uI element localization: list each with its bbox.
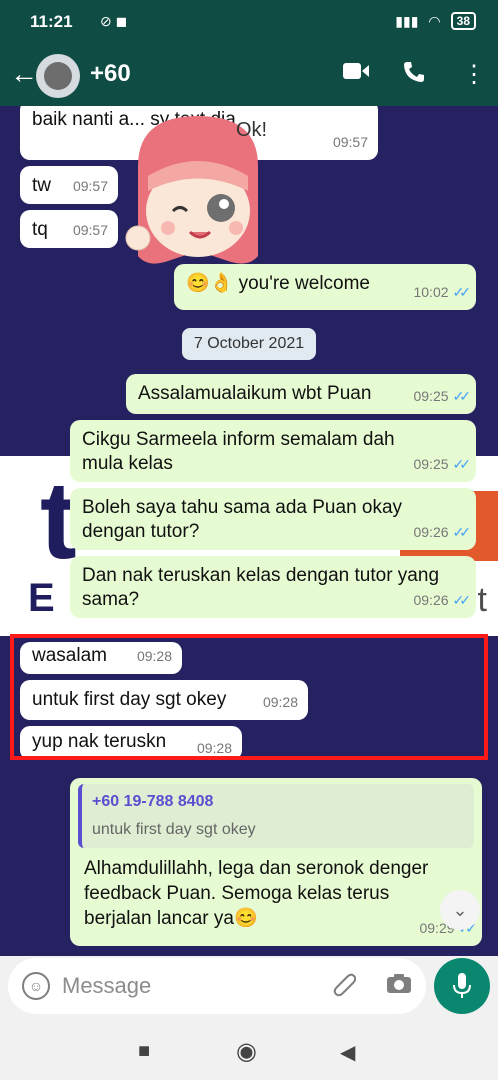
message-time: 09:25	[413, 456, 449, 472]
message-meta: 09:26 ✓✓	[413, 520, 472, 544]
quoted-sender: +60 19-788 8408	[92, 793, 214, 810]
back-icon[interactable]: ◀	[340, 1040, 355, 1065]
message-input[interactable]	[62, 970, 322, 1002]
home-icon[interactable]: ◉	[236, 1037, 257, 1066]
read-ticks-icon: ✓✓	[452, 284, 472, 300]
message-time: 09:57	[332, 134, 368, 150]
message-time: 09:26	[413, 592, 449, 608]
message-time: 09:25	[413, 388, 449, 404]
read-ticks-icon: ✓✓	[452, 592, 472, 608]
read-ticks-icon: ✓✓	[452, 524, 472, 540]
wallpaper-letter: E	[28, 576, 55, 620]
status-bar: 11:21 ⊘ ◼ ▮▮▮ ◠ 38	[0, 0, 498, 44]
notification-icons: ⊘ ◼	[100, 13, 128, 29]
signal-icon: ▮▮▮	[395, 12, 419, 29]
sticker-text: Ok!	[236, 119, 267, 141]
mic-button[interactable]	[434, 958, 490, 1014]
message-bubble[interactable]: Assalamualaikum wbt Puan 09:25 ✓✓	[126, 374, 476, 414]
message-input-bar: ☺	[8, 958, 426, 1014]
message-time: 09:57	[72, 222, 108, 238]
read-ticks-icon: ✓✓	[452, 456, 472, 472]
message-text: Boleh saya tahu sama ada Puan okay denga…	[82, 497, 403, 542]
voice-call-icon[interactable]	[402, 60, 426, 91]
status-right: ▮▮▮ ◠ 38	[395, 12, 476, 30]
read-ticks-icon: ✓✓	[452, 388, 472, 404]
message-bubble[interactable]: tq 09:57	[20, 210, 118, 248]
message-time: 10:02	[413, 284, 449, 300]
message-meta: 09:25 ✓✓	[413, 452, 472, 476]
chat-area[interactable]: t E lt baik nanti a... sy text dia 09:57…	[0, 106, 498, 956]
attach-icon[interactable]	[332, 971, 357, 1003]
recents-icon[interactable]: ■	[138, 1040, 150, 1063]
chat-header: ← +60 ⋮	[0, 44, 498, 106]
battery-icon: 38	[450, 12, 476, 30]
message-text: Cikgu Sarmeela inform semalam dah mula k…	[82, 429, 395, 474]
message-meta: 09:25 ✓✓	[413, 384, 472, 408]
quoted-text: untuk first day sgt okey	[92, 821, 256, 838]
message-time: 09:26	[413, 524, 449, 540]
date-separator: 7 October 2021	[182, 328, 316, 360]
contact-name[interactable]: +60	[90, 60, 131, 88]
highlight-box	[10, 634, 488, 760]
message-bubble[interactable]: +60 19-788 8408 untuk first day sgt okey…	[70, 778, 482, 946]
message-meta: 10:02 ✓✓	[413, 280, 472, 304]
message-bubble[interactable]: tw 09:57	[20, 166, 118, 204]
avatar[interactable]	[36, 54, 80, 98]
sticker-image: Ok!	[125, 116, 267, 264]
camera-icon[interactable]	[386, 972, 412, 1000]
more-options-icon[interactable]: ⋮	[462, 60, 486, 89]
message-bubble[interactable]: 😊👌 you're welcome 10:02 ✓✓	[174, 264, 476, 310]
quoted-message[interactable]: +60 19-788 8408 untuk first day sgt okey	[78, 784, 474, 848]
message-time: 09:57	[72, 178, 108, 194]
wifi-icon: ◠	[428, 12, 441, 29]
message-bubble[interactable]: Dan nak teruskan kelas dengan tutor yang…	[70, 556, 476, 618]
scroll-to-bottom-button[interactable]: ⌄	[440, 890, 480, 930]
message-bubble[interactable]: Boleh saya tahu sama ada Puan okay denga…	[70, 488, 476, 550]
emoji-icon[interactable]: ☺	[22, 972, 50, 1000]
message-meta: 09:26 ✓✓	[413, 588, 472, 612]
system-nav-bar: ■ ◉ ◀	[0, 1020, 498, 1080]
video-call-icon[interactable]	[342, 60, 370, 89]
back-arrow-icon[interactable]: ←	[10, 58, 38, 90]
message-text: Dan nak teruskan kelas dengan tutor yang…	[82, 565, 440, 610]
status-time: 11:21	[30, 12, 73, 31]
message-text: Alhamdulillahh, lega dan seronok denger …	[84, 858, 429, 929]
message-bubble[interactable]: Cikgu Sarmeela inform semalam dah mula k…	[70, 420, 476, 482]
